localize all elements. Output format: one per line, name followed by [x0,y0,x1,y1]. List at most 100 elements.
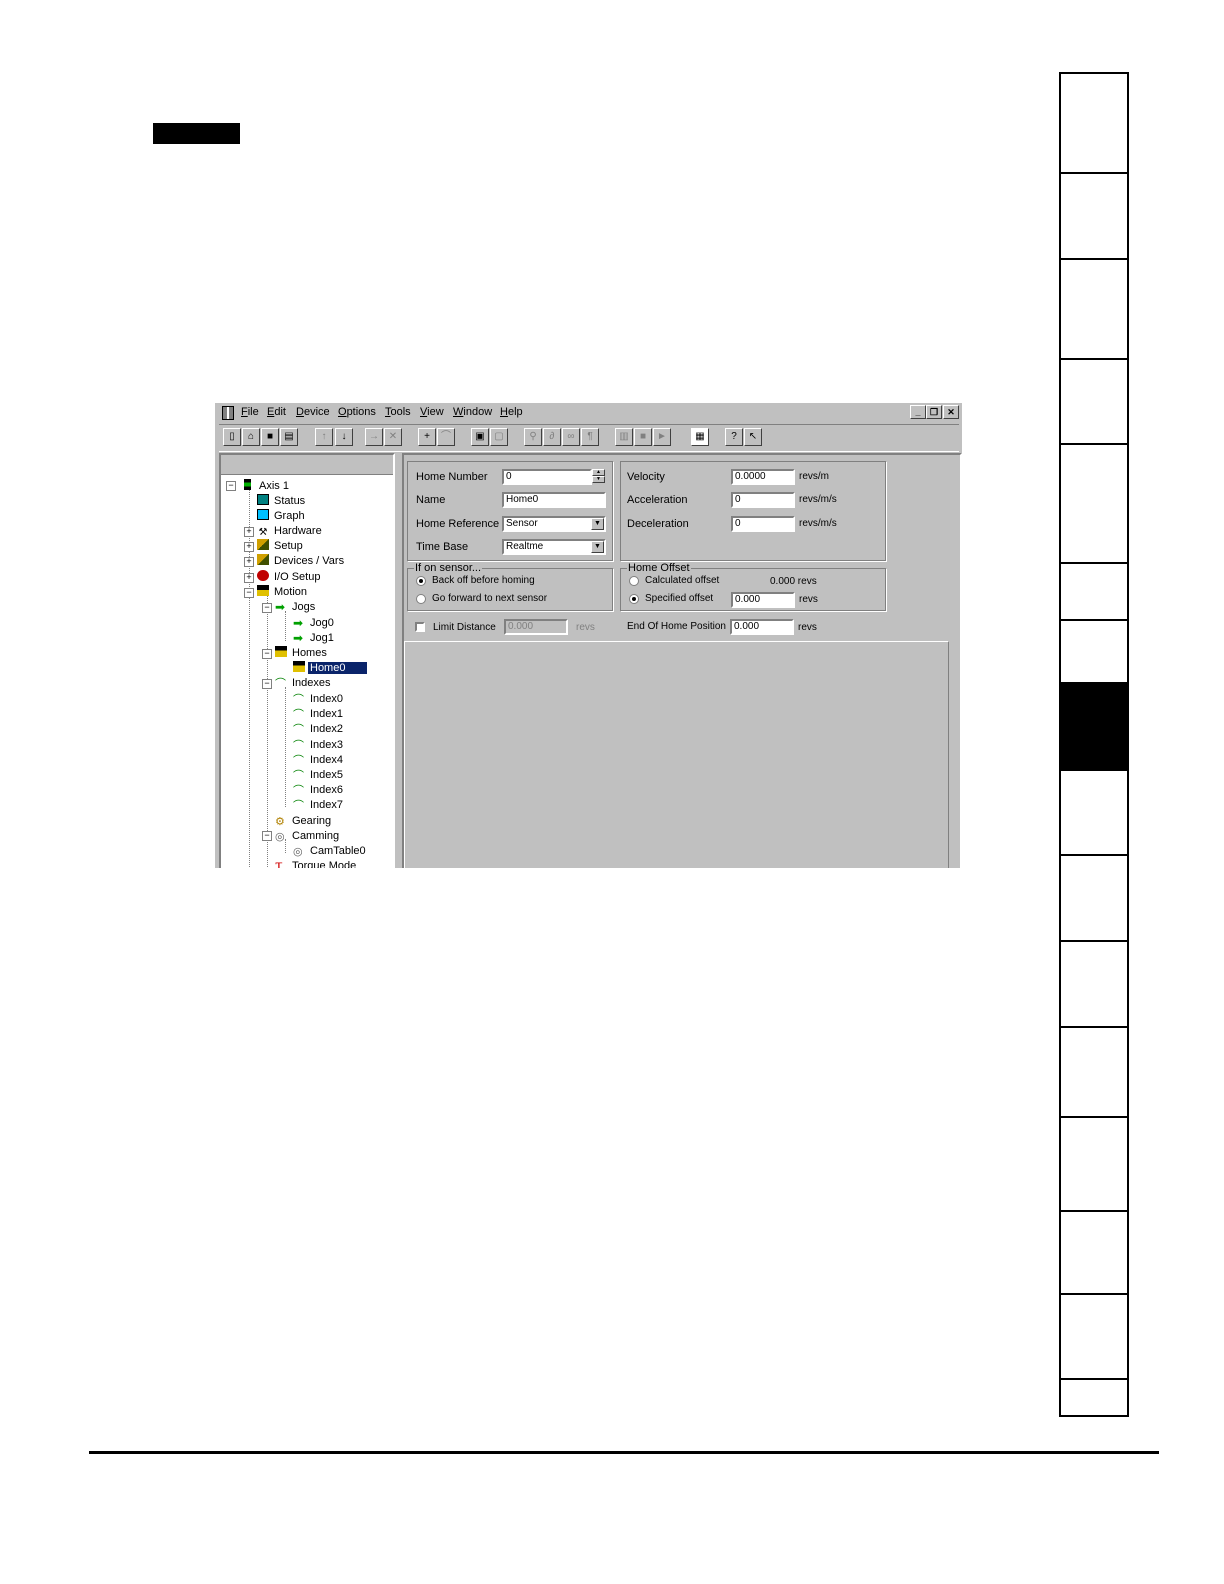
tree-expand-toggle[interactable]: + [244,542,254,552]
tree-item-jogs[interactable]: ➡ Jogs [275,600,317,614]
arrow-icon: ➡ [293,616,304,630]
menu-file[interactable]: File [241,406,259,418]
tree-item-motion[interactable]: Motion [257,585,309,599]
menu-view[interactable]: View [420,406,444,418]
tree-collapse-toggle[interactable]: − [244,588,254,598]
tree-item-hardware[interactable]: ⚒ Hardware [257,524,324,538]
tree-item-jog0[interactable]: ➡ Jog0 [293,616,336,630]
connect-icon[interactable]: → [365,428,383,446]
tree-item-jog1[interactable]: ➡ Jog1 [293,631,336,645]
help-icon[interactable]: ? [725,428,743,446]
tree-item-index3[interactable]: ⌒ Index3 [293,738,345,752]
stop-icon[interactable]: ■ [634,428,652,446]
tree-item-camtable0[interactable]: ◎ CamTable0 [293,844,368,858]
tree-item-indexes[interactable]: ⌒ Indexes [275,676,333,690]
home-number-field[interactable]: 0 [502,469,592,485]
tree-collapse-toggle[interactable]: − [262,649,272,659]
spin-down-icon[interactable]: ▼ [592,476,605,483]
velocity-field[interactable]: 0.0000 [731,469,795,485]
chapter-tab [1061,445,1127,564]
upload-icon[interactable]: ↑ [315,428,333,446]
limit-distance-label[interactable]: Limit Distance [433,622,496,633]
tree-item-index2[interactable]: ⌒ Index2 [293,722,345,736]
tree-item-axis-1[interactable]: Axis 1 [241,479,291,493]
tree-collapse-toggle[interactable]: − [262,831,272,841]
calculated-offset-radio[interactable] [629,576,639,586]
app-icon[interactable] [222,406,234,420]
menu-device[interactable]: Device [296,406,330,418]
go-forward-radio[interactable] [416,594,426,604]
acceleration-field[interactable]: 0 [731,492,795,508]
menu-help[interactable]: Help [500,406,523,418]
tree-item-index4[interactable]: ⌒ Index4 [293,753,345,767]
watch-icon[interactable]: ∞ [562,428,580,446]
close-button[interactable]: ✕ [943,405,959,419]
home-number-spinner[interactable]: ▲ ▼ [592,469,605,485]
menu-tools[interactable]: Tools [385,406,411,418]
tree-item-torque-mode[interactable]: τ Torque Mode [275,859,358,868]
tree-collapse-toggle[interactable]: − [226,481,236,491]
tree-item-home0[interactable]: Home0 [293,661,368,675]
zoom-icon[interactable]: ⚲ [524,428,542,446]
open-folder-icon[interactable]: ⌂ [242,428,260,446]
restore-button[interactable]: ❐ [926,405,942,419]
tree-item-graph[interactable]: Graph [257,509,307,523]
tree-collapse-toggle[interactable]: − [262,679,272,689]
tree-item-index6[interactable]: ⌒ Index6 [293,783,345,797]
download-icon[interactable]: ↓ [335,428,353,446]
add-index-icon[interactable]: + [418,428,436,446]
tree-expand-toggle[interactable]: + [244,557,254,567]
specified-offset-field[interactable]: 0.000 [731,592,795,608]
limit-distance-unit: revs [576,622,595,633]
deceleration-field[interactable]: 0 [731,516,795,532]
tree-item-status[interactable]: Status [257,494,307,508]
tree-expand-toggle[interactable]: + [244,573,254,583]
tree-item-index0[interactable]: ⌒ Index0 [293,692,345,706]
print-icon[interactable]: ▤ [280,428,298,446]
tree-item-camming[interactable]: ◎ Camming [275,829,341,843]
tree-expand-toggle[interactable]: + [244,527,254,537]
paste-icon[interactable]: ▢ [490,428,508,446]
tree-item-gearing[interactable]: ⚙ Gearing [275,814,333,828]
copy-icon[interactable]: ▣ [471,428,489,446]
variables-icon[interactable]: ¶ [581,428,599,446]
tree-item-setup[interactable]: Setup [257,539,305,553]
chevron-down-icon[interactable]: ▼ [591,518,604,530]
limit-distance-checkbox[interactable] [415,622,425,632]
back-off-label[interactable]: Back off before homing [432,575,535,586]
specified-offset-label[interactable]: Specified offset [645,593,713,604]
tree-item-index7[interactable]: ⌒ Index7 [293,798,345,812]
tree-item-homes[interactable]: Homes [275,646,329,660]
specified-offset-radio[interactable] [629,594,639,604]
menu-options[interactable]: Options [338,406,376,418]
program-icon[interactable]: ▥ [615,428,633,446]
limit-distance-field[interactable]: 0.000 [504,619,568,635]
tree-collapse-toggle[interactable]: − [262,603,272,613]
save-icon[interactable]: ■ [261,428,279,446]
run-icon[interactable]: ► [653,428,671,446]
disconnect-icon[interactable]: ✕ [384,428,402,446]
name-field[interactable]: Home0 [502,492,606,508]
tree-item-io-setup[interactable]: I/O Setup [257,570,322,584]
pane-splitter[interactable] [395,453,401,868]
new-file-icon[interactable]: ▯ [223,428,241,446]
minimize-button[interactable]: _ [910,405,926,419]
calculated-offset-label[interactable]: Calculated offset [645,575,719,586]
project-tree[interactable]: − + + + + − − − − − Axis 1 Status Graph … [219,453,395,868]
profile-icon[interactable]: ⌒ [437,428,455,446]
time-base-select[interactable]: Realtme ▼ [502,539,606,555]
end-of-home-field[interactable]: 0.000 [730,619,794,635]
go-forward-label[interactable]: Go forward to next sensor [432,593,547,604]
step-icon[interactable]: ∂ [543,428,561,446]
menu-window[interactable]: Window [453,406,492,418]
tree-item-devices-vars[interactable]: Devices / Vars [257,554,346,568]
context-help-icon[interactable]: ↖ [744,428,762,446]
menu-edit[interactable]: Edit [267,406,286,418]
tree-item-index1[interactable]: ⌒ Index1 [293,707,345,721]
chevron-down-icon[interactable]: ▼ [591,541,604,553]
spin-up-icon[interactable]: ▲ [592,469,605,476]
tree-item-index5[interactable]: ⌒ Index5 [293,768,345,782]
home-reference-select[interactable]: Sensor ▼ [502,516,606,532]
window-layout-icon[interactable]: ▦ [691,428,709,446]
back-off-radio[interactable] [416,576,426,586]
